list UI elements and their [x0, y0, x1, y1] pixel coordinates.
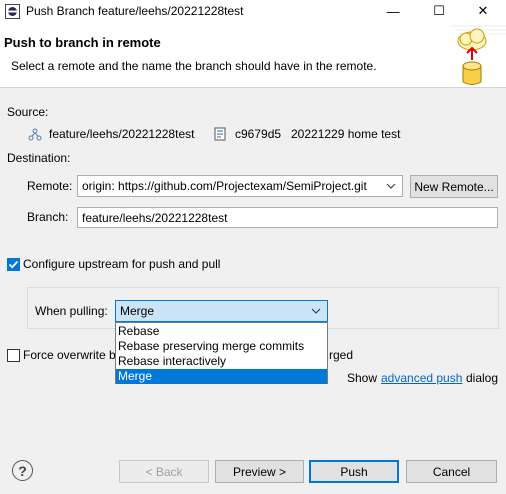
title-bar: Push Branch feature/leehs/20221228test —…	[0, 0, 506, 22]
advanced-prefix: Show	[347, 371, 378, 385]
when-pulling-label: When pulling:	[35, 304, 108, 318]
push-to-cloud-icon	[452, 25, 506, 85]
header-description: Select a remote and the name the branch …	[11, 59, 377, 73]
branch-input[interactable]: feature/leehs/20221228test	[77, 207, 498, 228]
when-pulling-combo[interactable]: Merge	[115, 300, 328, 322]
force-overwrite-label-end: rged	[329, 348, 354, 362]
close-button[interactable]: ✕	[460, 0, 506, 22]
chevron-down-icon	[386, 183, 396, 189]
branch-icon	[28, 128, 42, 141]
option-rebase[interactable]: Rebase	[116, 324, 327, 339]
when-pulling-value: Merge	[120, 304, 155, 318]
source-branch: feature/leehs/20221228test	[49, 127, 195, 141]
header-title: Push to branch in remote	[4, 35, 161, 50]
option-rebase-preserving-merges[interactable]: Rebase preserving merge commits	[116, 339, 327, 354]
push-button[interactable]: Push	[309, 460, 399, 483]
eclipse-app-icon	[5, 4, 20, 19]
remote-combo[interactable]: origin: https://github.com/Projectexam/S…	[77, 175, 403, 197]
option-merge[interactable]: Merge	[116, 369, 327, 384]
force-overwrite-checkbox[interactable]	[7, 349, 20, 362]
branch-label: Branch:	[27, 210, 69, 224]
advanced-push-link[interactable]: advanced push	[381, 371, 462, 385]
configure-upstream-label: Configure upstream for push and pull	[23, 257, 221, 271]
new-remote-button[interactable]: New Remote...	[410, 175, 498, 198]
back-button[interactable]: < Back	[119, 460, 209, 483]
commit-message: 20221229 home test	[291, 127, 401, 141]
wizard-header: Push to branch in remote Select a remote…	[0, 22, 506, 88]
chevron-down-icon	[311, 308, 321, 314]
configure-upstream-checkbox[interactable]	[7, 258, 20, 271]
remote-label: Remote:	[27, 179, 73, 193]
commit-id: c9679d5	[235, 127, 282, 141]
preview-button[interactable]: Preview >	[215, 460, 304, 483]
maximize-button[interactable]: ☐	[416, 0, 462, 22]
cancel-button[interactable]: Cancel	[406, 460, 497, 483]
remote-combo-value: origin: https://github.com/Projectexam/S…	[82, 179, 367, 193]
force-overwrite-label: Force overwrite b	[23, 348, 116, 362]
checkmark-icon	[8, 260, 19, 269]
branch-input-value: feature/leehs/20221228test	[82, 211, 228, 225]
option-rebase-interactively[interactable]: Rebase interactively	[116, 354, 327, 369]
help-button[interactable]: ?	[12, 460, 33, 481]
help-icon: ?	[18, 462, 27, 479]
advanced-suffix: dialog	[466, 371, 499, 385]
minimize-button[interactable]: —	[370, 0, 416, 22]
source-label: Source:	[7, 105, 49, 119]
destination-label: Destination:	[7, 151, 71, 165]
commit-icon	[214, 127, 226, 141]
when-pulling-dropdown: Rebase Rebase preserving merge commits R…	[115, 322, 328, 384]
window-title: Push Branch feature/leehs/20221228test	[26, 4, 244, 18]
